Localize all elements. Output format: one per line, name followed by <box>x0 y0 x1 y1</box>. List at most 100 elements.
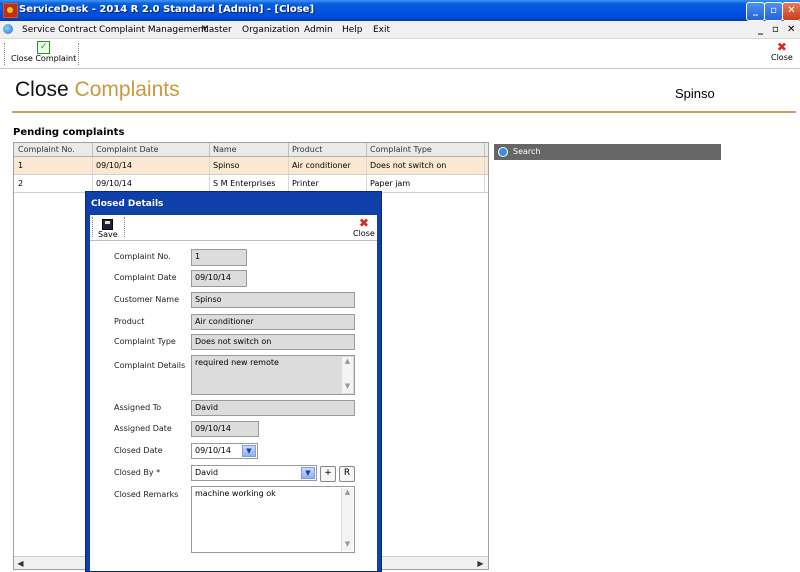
assigned-to-label: Assigned To <box>114 403 162 412</box>
menu-organization[interactable]: Organization <box>242 25 300 35</box>
close-x-icon: ✖ <box>776 40 787 54</box>
cell: 09/10/14 <box>96 179 132 188</box>
cell: 09/10/14 <box>96 161 132 170</box>
complaint-date-field[interactable]: 09/10/14 <box>191 270 247 287</box>
column-header[interactable]: Complaint No. <box>18 145 75 154</box>
pending-complaints-title: Pending complaints <box>13 127 125 138</box>
close-label: Close <box>771 53 793 62</box>
assigned-to-field[interactable]: David <box>191 400 355 416</box>
closed-date-value: 09/10/14 <box>195 446 231 455</box>
product-field[interactable]: Air conditioner <box>191 314 355 330</box>
scroll-up-icon[interactable]: ▲ <box>342 488 353 499</box>
column-divider <box>209 143 210 156</box>
column-header[interactable]: Complaint Date <box>96 145 159 154</box>
cell-divider <box>484 175 485 192</box>
scroll-down-icon[interactable]: ▼ <box>342 540 353 551</box>
column-divider <box>92 143 93 156</box>
search-icon <box>498 147 508 157</box>
toolbar-separator <box>78 43 81 65</box>
menu-admin[interactable]: Admin <box>304 25 333 35</box>
assigned-date-label: Assigned Date <box>114 424 172 433</box>
complaint-details-field[interactable]: required new remote ▲ ▼ <box>191 355 355 395</box>
page-title-word2: Complaints <box>74 78 180 101</box>
page-title: Close Complaints <box>15 78 180 102</box>
app-menu-icon[interactable] <box>3 24 13 34</box>
dialog-close-button[interactable]: ✖ Close <box>353 217 375 238</box>
closed-by-select[interactable]: David ▼ <box>191 465 317 481</box>
save-icon <box>102 219 114 230</box>
customer-name-label: Customer Name <box>114 295 180 304</box>
cell: Air conditioner <box>292 161 351 170</box>
complaint-no-label: Complaint No. <box>114 252 171 261</box>
cell-divider <box>366 175 367 192</box>
closed-details-dialog: Closed Details Save ✖ Close Complaint No… <box>85 191 382 572</box>
scroll-right-icon[interactable]: ▶ <box>475 558 486 569</box>
save-button[interactable]: Save <box>98 218 118 239</box>
closed-remarks-field[interactable]: machine working ok ▲ ▼ <box>191 486 355 553</box>
column-divider <box>484 143 485 156</box>
chevron-down-icon[interactable]: ▼ <box>301 467 315 479</box>
chevron-down-icon[interactable]: ▼ <box>242 445 256 457</box>
cell: 2 <box>18 179 24 188</box>
table-row[interactable]: 1 09/10/14 Spinso Air conditioner Does n… <box>14 157 488 175</box>
mdi-minimize-icon[interactable]: _ <box>758 24 763 35</box>
cell-divider <box>288 175 289 192</box>
close-complaint-label: Close Complaint <box>11 54 77 63</box>
scroll-down-icon[interactable]: ▼ <box>342 382 353 393</box>
search-label: Search <box>513 147 541 156</box>
dialog-toolbar: Save ✖ Close <box>90 215 377 241</box>
column-divider <box>288 143 289 156</box>
complaint-type-field[interactable]: Does not switch on <box>191 334 355 350</box>
menu-master[interactable]: Master <box>201 25 232 35</box>
complaint-details-text: required new remote <box>195 358 279 367</box>
complaint-details-label: Complaint Details <box>114 361 186 370</box>
menu-complaint-management[interactable]: Complaint Management <box>99 25 207 35</box>
restore-icon[interactable]: ▫ <box>764 2 783 21</box>
menu-service-contract[interactable]: Service Contract <box>22 25 97 35</box>
app-icon <box>3 3 18 18</box>
vertical-scrollbar[interactable]: ▲ ▼ <box>341 488 353 551</box>
scroll-left-icon[interactable]: ◀ <box>15 558 26 569</box>
menu-help[interactable]: Help <box>342 25 363 35</box>
close-x-icon: ✖ <box>358 216 369 230</box>
toolbar-grip <box>92 217 95 237</box>
refresh-button[interactable]: R <box>339 466 355 482</box>
cell: Paper jam <box>370 179 411 188</box>
cell-divider <box>92 157 93 174</box>
mdi-close-icon[interactable]: ✕ <box>787 24 795 35</box>
grid-header: Complaint No. Complaint Date Name Produc… <box>14 143 488 157</box>
cell-divider <box>484 157 485 174</box>
menu-bar: Service Contract Complaint Management Ma… <box>0 21 800 39</box>
column-header[interactable]: Complaint Type <box>370 145 432 154</box>
customer-name-field[interactable]: Spinso <box>191 292 355 308</box>
page-title-word1: Close <box>15 78 69 101</box>
cell: 1 <box>18 161 24 170</box>
cell-divider <box>366 157 367 174</box>
scroll-up-icon[interactable]: ▲ <box>342 357 353 368</box>
cell-divider <box>92 175 93 192</box>
menu-exit[interactable]: Exit <box>373 25 390 35</box>
company-name: Spinso <box>675 86 715 101</box>
cell: Spinso <box>213 161 240 170</box>
mdi-restore-icon[interactable]: ▫ <box>772 24 779 35</box>
complaint-no-field[interactable]: 1 <box>191 249 247 266</box>
toolbar-grip <box>4 43 7 65</box>
minimize-icon[interactable]: _ <box>746 2 765 21</box>
search-bar[interactable]: Search <box>494 144 721 160</box>
window-title: ServiceDesk - 2014 R 2.0 Standard [Admin… <box>19 4 315 15</box>
title-bar: ServiceDesk - 2014 R 2.0 Standard [Admin… <box>0 0 800 21</box>
closed-date-picker[interactable]: 09/10/14 ▼ <box>191 443 258 459</box>
window-close-icon[interactable]: ✕ <box>782 2 800 21</box>
vertical-scrollbar[interactable]: ▲ ▼ <box>341 357 353 393</box>
toolbar-separator <box>124 217 127 237</box>
close-button[interactable]: ✖ Close <box>771 41 793 62</box>
closed-date-label: Closed Date <box>114 446 163 455</box>
column-header[interactable]: Name <box>213 145 237 154</box>
cell: Printer <box>292 179 319 188</box>
add-user-button[interactable]: + <box>320 466 336 482</box>
assigned-date-field[interactable]: 09/10/14 <box>191 421 259 437</box>
cell-divider <box>288 157 289 174</box>
cell: Does not switch on <box>370 161 447 170</box>
column-header[interactable]: Product <box>292 145 322 154</box>
close-complaint-button[interactable]: ✓ Close Complaint <box>11 41 76 63</box>
